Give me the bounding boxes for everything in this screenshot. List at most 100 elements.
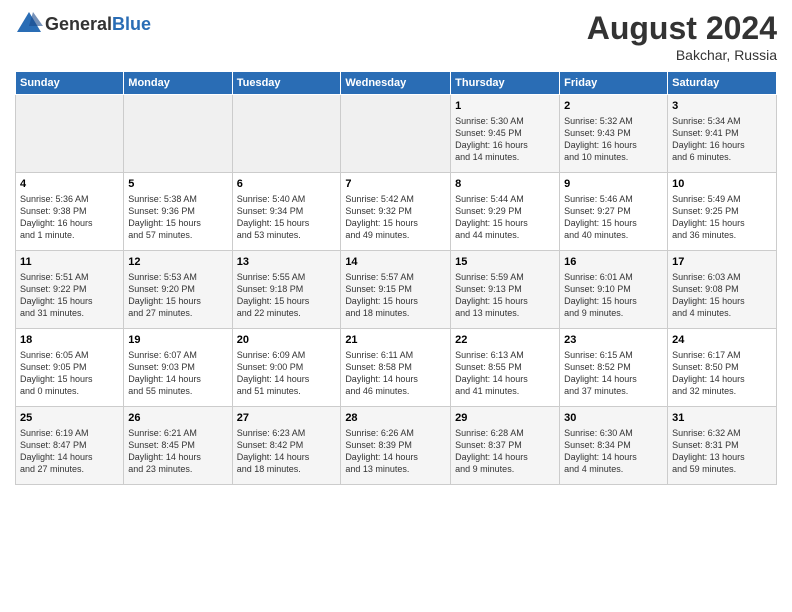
day-info: Sunrise: 5:46 AM Sunset: 9:27 PM Dayligh… — [564, 193, 663, 242]
day-info: Sunrise: 6:17 AM Sunset: 8:50 PM Dayligh… — [672, 349, 772, 398]
day-number: 15 — [455, 255, 555, 270]
table-row: 4Sunrise: 5:36 AM Sunset: 9:38 PM Daylig… — [16, 173, 124, 251]
calendar-week-row: 25Sunrise: 6:19 AM Sunset: 8:47 PM Dayli… — [16, 407, 777, 485]
day-info: Sunrise: 6:23 AM Sunset: 8:42 PM Dayligh… — [237, 427, 337, 476]
table-row: 31Sunrise: 6:32 AM Sunset: 8:31 PM Dayli… — [668, 407, 777, 485]
day-info: Sunrise: 5:38 AM Sunset: 9:36 PM Dayligh… — [128, 193, 227, 242]
table-row: 29Sunrise: 6:28 AM Sunset: 8:37 PM Dayli… — [451, 407, 560, 485]
day-number: 31 — [672, 411, 772, 426]
col-tuesday: Tuesday — [232, 72, 341, 95]
table-row: 24Sunrise: 6:17 AM Sunset: 8:50 PM Dayli… — [668, 329, 777, 407]
day-number: 29 — [455, 411, 555, 426]
calendar-header-row: Sunday Monday Tuesday Wednesday Thursday… — [16, 72, 777, 95]
day-info: Sunrise: 6:28 AM Sunset: 8:37 PM Dayligh… — [455, 427, 555, 476]
day-info: Sunrise: 5:44 AM Sunset: 9:29 PM Dayligh… — [455, 193, 555, 242]
day-info: Sunrise: 6:15 AM Sunset: 8:52 PM Dayligh… — [564, 349, 663, 398]
day-info: Sunrise: 6:11 AM Sunset: 8:58 PM Dayligh… — [345, 349, 446, 398]
day-number: 26 — [128, 411, 227, 426]
day-number: 8 — [455, 177, 555, 192]
table-row — [124, 95, 232, 173]
day-number: 16 — [564, 255, 663, 270]
day-info: Sunrise: 5:40 AM Sunset: 9:34 PM Dayligh… — [237, 193, 337, 242]
table-row: 9Sunrise: 5:46 AM Sunset: 9:27 PM Daylig… — [560, 173, 668, 251]
day-info: Sunrise: 5:36 AM Sunset: 9:38 PM Dayligh… — [20, 193, 119, 242]
table-row: 2Sunrise: 5:32 AM Sunset: 9:43 PM Daylig… — [560, 95, 668, 173]
day-info: Sunrise: 5:53 AM Sunset: 9:20 PM Dayligh… — [128, 271, 227, 320]
page: GeneralBlue August 2024 Bakchar, Russia … — [0, 0, 792, 612]
day-number: 27 — [237, 411, 337, 426]
day-number: 5 — [128, 177, 227, 192]
day-info: Sunrise: 6:13 AM Sunset: 8:55 PM Dayligh… — [455, 349, 555, 398]
day-number: 3 — [672, 99, 772, 114]
day-number: 19 — [128, 333, 227, 348]
day-number: 30 — [564, 411, 663, 426]
day-number: 12 — [128, 255, 227, 270]
table-row: 7Sunrise: 5:42 AM Sunset: 9:32 PM Daylig… — [341, 173, 451, 251]
day-number: 24 — [672, 333, 772, 348]
logo-text: GeneralBlue — [45, 14, 151, 35]
day-number: 11 — [20, 255, 119, 270]
table-row: 6Sunrise: 5:40 AM Sunset: 9:34 PM Daylig… — [232, 173, 341, 251]
day-number: 28 — [345, 411, 446, 426]
logo-general: General — [45, 14, 112, 34]
day-number: 4 — [20, 177, 119, 192]
day-number: 18 — [20, 333, 119, 348]
day-info: Sunrise: 6:21 AM Sunset: 8:45 PM Dayligh… — [128, 427, 227, 476]
table-row: 13Sunrise: 5:55 AM Sunset: 9:18 PM Dayli… — [232, 251, 341, 329]
title-block: August 2024 Bakchar, Russia — [587, 10, 777, 63]
table-row: 14Sunrise: 5:57 AM Sunset: 9:15 PM Dayli… — [341, 251, 451, 329]
day-info: Sunrise: 6:03 AM Sunset: 9:08 PM Dayligh… — [672, 271, 772, 320]
day-info: Sunrise: 6:07 AM Sunset: 9:03 PM Dayligh… — [128, 349, 227, 398]
table-row: 18Sunrise: 6:05 AM Sunset: 9:05 PM Dayli… — [16, 329, 124, 407]
day-number: 23 — [564, 333, 663, 348]
day-number: 25 — [20, 411, 119, 426]
col-sunday: Sunday — [16, 72, 124, 95]
calendar-week-row: 1Sunrise: 5:30 AM Sunset: 9:45 PM Daylig… — [16, 95, 777, 173]
table-row: 3Sunrise: 5:34 AM Sunset: 9:41 PM Daylig… — [668, 95, 777, 173]
table-row — [16, 95, 124, 173]
table-row: 27Sunrise: 6:23 AM Sunset: 8:42 PM Dayli… — [232, 407, 341, 485]
location: Bakchar, Russia — [587, 47, 777, 63]
day-info: Sunrise: 6:01 AM Sunset: 9:10 PM Dayligh… — [564, 271, 663, 320]
table-row: 16Sunrise: 6:01 AM Sunset: 9:10 PM Dayli… — [560, 251, 668, 329]
table-row: 8Sunrise: 5:44 AM Sunset: 9:29 PM Daylig… — [451, 173, 560, 251]
table-row: 10Sunrise: 5:49 AM Sunset: 9:25 PM Dayli… — [668, 173, 777, 251]
day-number: 14 — [345, 255, 446, 270]
calendar-week-row: 18Sunrise: 6:05 AM Sunset: 9:05 PM Dayli… — [16, 329, 777, 407]
day-info: Sunrise: 6:05 AM Sunset: 9:05 PM Dayligh… — [20, 349, 119, 398]
table-row: 20Sunrise: 6:09 AM Sunset: 9:00 PM Dayli… — [232, 329, 341, 407]
day-info: Sunrise: 6:26 AM Sunset: 8:39 PM Dayligh… — [345, 427, 446, 476]
day-info: Sunrise: 5:55 AM Sunset: 9:18 PM Dayligh… — [237, 271, 337, 320]
day-info: Sunrise: 5:59 AM Sunset: 9:13 PM Dayligh… — [455, 271, 555, 320]
day-number: 13 — [237, 255, 337, 270]
logo-blue: Blue — [112, 14, 151, 34]
day-info: Sunrise: 5:57 AM Sunset: 9:15 PM Dayligh… — [345, 271, 446, 320]
day-number: 10 — [672, 177, 772, 192]
day-number: 22 — [455, 333, 555, 348]
calendar-table: Sunday Monday Tuesday Wednesday Thursday… — [15, 71, 777, 485]
table-row: 21Sunrise: 6:11 AM Sunset: 8:58 PM Dayli… — [341, 329, 451, 407]
table-row: 19Sunrise: 6:07 AM Sunset: 9:03 PM Dayli… — [124, 329, 232, 407]
table-row: 25Sunrise: 6:19 AM Sunset: 8:47 PM Dayli… — [16, 407, 124, 485]
col-friday: Friday — [560, 72, 668, 95]
table-row: 5Sunrise: 5:38 AM Sunset: 9:36 PM Daylig… — [124, 173, 232, 251]
day-info: Sunrise: 5:42 AM Sunset: 9:32 PM Dayligh… — [345, 193, 446, 242]
col-wednesday: Wednesday — [341, 72, 451, 95]
table-row: 1Sunrise: 5:30 AM Sunset: 9:45 PM Daylig… — [451, 95, 560, 173]
table-row: 22Sunrise: 6:13 AM Sunset: 8:55 PM Dayli… — [451, 329, 560, 407]
month-year: August 2024 — [587, 10, 777, 47]
day-info: Sunrise: 6:30 AM Sunset: 8:34 PM Dayligh… — [564, 427, 663, 476]
table-row: 23Sunrise: 6:15 AM Sunset: 8:52 PM Dayli… — [560, 329, 668, 407]
day-info: Sunrise: 5:32 AM Sunset: 9:43 PM Dayligh… — [564, 115, 663, 164]
table-row — [232, 95, 341, 173]
day-info: Sunrise: 6:09 AM Sunset: 9:00 PM Dayligh… — [237, 349, 337, 398]
logo: GeneralBlue — [15, 10, 151, 38]
day-info: Sunrise: 6:32 AM Sunset: 8:31 PM Dayligh… — [672, 427, 772, 476]
day-info: Sunrise: 5:51 AM Sunset: 9:22 PM Dayligh… — [20, 271, 119, 320]
day-info: Sunrise: 5:30 AM Sunset: 9:45 PM Dayligh… — [455, 115, 555, 164]
table-row — [341, 95, 451, 173]
table-row: 12Sunrise: 5:53 AM Sunset: 9:20 PM Dayli… — [124, 251, 232, 329]
day-number: 9 — [564, 177, 663, 192]
day-info: Sunrise: 5:49 AM Sunset: 9:25 PM Dayligh… — [672, 193, 772, 242]
logo-icon — [15, 10, 43, 38]
